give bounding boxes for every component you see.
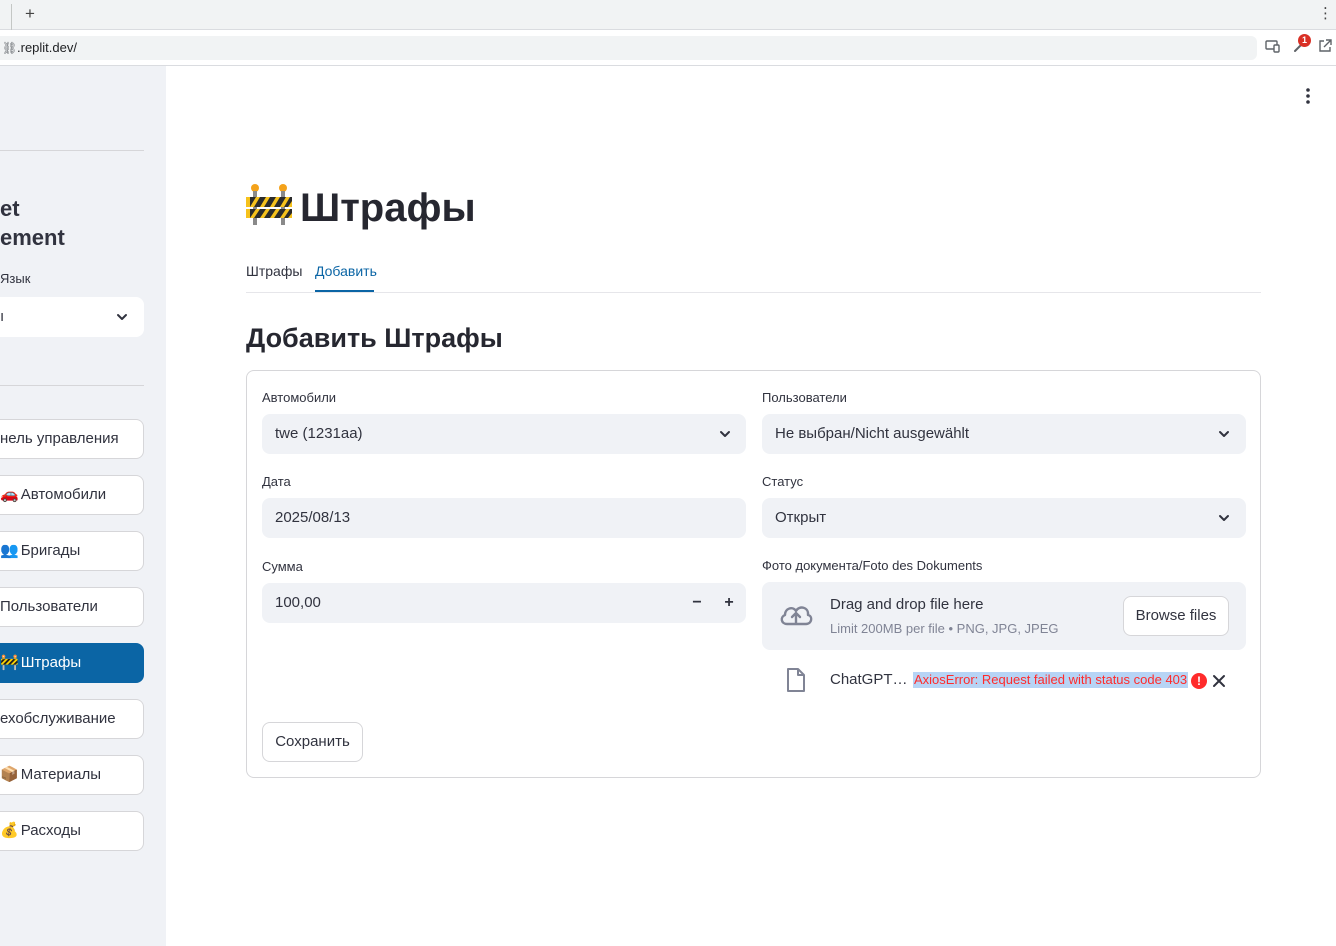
- error-icon: !: [1191, 673, 1207, 689]
- tabs: Штрафы Добавить: [246, 256, 1261, 293]
- date-label: Дата: [262, 474, 291, 489]
- date-input[interactable]: 2025/08/13: [262, 498, 746, 538]
- amount-label: Сумма: [262, 559, 303, 574]
- sidebar-nav-icon: 👥: [0, 542, 19, 559]
- sidebar-nav-label: Расходы: [20, 822, 81, 839]
- sidebar-nav-button[interactable]: 💰 Расходы: [0, 811, 144, 851]
- sidebar-nav-label: нель управления: [0, 430, 119, 447]
- active-tab-indicator: [315, 290, 374, 292]
- sidebar-title-line2: ement: [0, 225, 65, 250]
- sidebar-title: et ement: [0, 194, 144, 252]
- url-text: .replit.dev/: [17, 40, 77, 55]
- file-error-message: AxiosError: Request failed with status c…: [913, 672, 1189, 688]
- sidebar-divider: [0, 385, 144, 386]
- page-title-text: Штрафы: [300, 186, 476, 230]
- new-tab-button[interactable]: +: [20, 3, 40, 25]
- devices-icon[interactable]: [1263, 38, 1283, 58]
- language-label: Язык: [0, 271, 31, 286]
- sidebar-nav-button[interactable]: 👥 Бригады: [0, 531, 144, 571]
- tab-fines[interactable]: Штрафы: [246, 262, 302, 280]
- sidebar-nav-label: Материалы: [20, 766, 102, 783]
- sidebar-nav-label: ехобслуживание: [0, 710, 116, 727]
- address-bar: ⛓ .replit.dev/ 1: [0, 30, 1336, 66]
- dropzone-instruction: Drag and drop file here: [830, 596, 984, 613]
- chevron-down-icon: [719, 428, 731, 440]
- page-title: Штрафы: [246, 182, 476, 234]
- increment-button[interactable]: +: [719, 593, 739, 613]
- sidebar-nav-icon: 📦: [0, 766, 19, 783]
- amount-value: 100,00: [275, 594, 321, 611]
- users-label: Пользователи: [762, 390, 847, 405]
- sidebar-nav-button[interactable]: Пользователи: [0, 587, 144, 627]
- sidebar-nav-button[interactable]: нель управления: [0, 419, 144, 459]
- save-button[interactable]: Сохранить: [262, 722, 363, 762]
- sidebar-divider: [0, 150, 144, 151]
- chevron-down-icon: [116, 311, 128, 323]
- sidebar-nav-button[interactable]: 🚧 Штрафы: [0, 643, 144, 683]
- close-icon[interactable]: [1211, 671, 1227, 691]
- sidebar-nav-button[interactable]: 🚗 Автомобили: [0, 475, 144, 515]
- language-value: ı: [0, 308, 5, 325]
- browser-tab-bar: + ⋮: [0, 0, 1336, 30]
- users-value: Не выбран/Nicht ausgewählt: [775, 425, 970, 442]
- decrement-button[interactable]: −: [687, 593, 707, 613]
- browser-tab-edge[interactable]: [0, 4, 12, 30]
- photo-label: Фото документа/Foto des Dokuments: [762, 558, 983, 573]
- dropzone-limit: Limit 200MB per file • PNG, JPG, JPEG: [830, 621, 1059, 636]
- users-select[interactable]: Не выбран/Nicht ausgewählt: [762, 414, 1246, 454]
- cars-label: Автомобили: [262, 390, 337, 405]
- sidebar-title-line1: et: [0, 196, 20, 221]
- sidebar-nav-label: Автомобили: [20, 486, 107, 503]
- cloud-upload-icon: [778, 600, 814, 630]
- browse-files-button[interactable]: Browse files: [1123, 596, 1229, 636]
- sidebar-nav-label: Штрафы: [20, 654, 82, 671]
- status-select[interactable]: Открыт: [762, 498, 1246, 538]
- sidebar: et ement Язык ı нель управления 🚗 Автомоби…: [0, 66, 166, 946]
- notification-badge: 1: [1298, 34, 1311, 47]
- file-dropzone[interactable]: Drag and drop file here Limit 200MB per …: [762, 582, 1246, 650]
- sidebar-nav-icon: 🚧: [0, 654, 19, 671]
- chevron-down-icon: [1218, 428, 1230, 440]
- status-value: Открыт: [775, 509, 827, 526]
- construction-barrier-icon: [246, 183, 292, 227]
- date-value: 2025/08/13: [275, 509, 351, 526]
- file-name: ChatGPT…: [830, 671, 908, 688]
- section-title: Добавить Штрафы: [246, 323, 503, 353]
- url-field[interactable]: ⛓ .replit.dev/: [0, 36, 1257, 60]
- amount-input[interactable]: 100,00 − +: [262, 583, 746, 623]
- browser-menu-icon[interactable]: ⋮: [1318, 4, 1333, 24]
- open-external-icon[interactable]: [1315, 38, 1335, 58]
- sidebar-nav-icon: 💰: [0, 822, 19, 839]
- language-select[interactable]: ı: [0, 297, 144, 337]
- sidebar-nav-label: Бригады: [20, 542, 81, 559]
- sidebar-nav-icon: 🚗: [0, 486, 19, 503]
- sidebar-nav-label: Пользователи: [0, 598, 98, 615]
- sidebar-nav-button[interactable]: 📦 Материалы: [0, 755, 144, 795]
- status-label: Статус: [762, 474, 804, 489]
- sidebar-nav-button[interactable]: ехобслуживание: [0, 699, 144, 739]
- add-fine-form: Автомобили twe (1231aa) Пользователи Не …: [246, 370, 1261, 778]
- cars-select[interactable]: twe (1231aa): [262, 414, 746, 454]
- cars-value: twe (1231aa): [275, 425, 363, 442]
- uploaded-file-row: ChatGPT… AxiosError: Request failed with…: [762, 663, 1246, 699]
- file-icon: [786, 667, 806, 693]
- main-menu-icon[interactable]: [1300, 86, 1316, 106]
- chevron-down-icon: [1218, 512, 1230, 524]
- link-icon: ⛓: [2, 41, 18, 55]
- tab-add[interactable]: Добавить: [315, 262, 377, 280]
